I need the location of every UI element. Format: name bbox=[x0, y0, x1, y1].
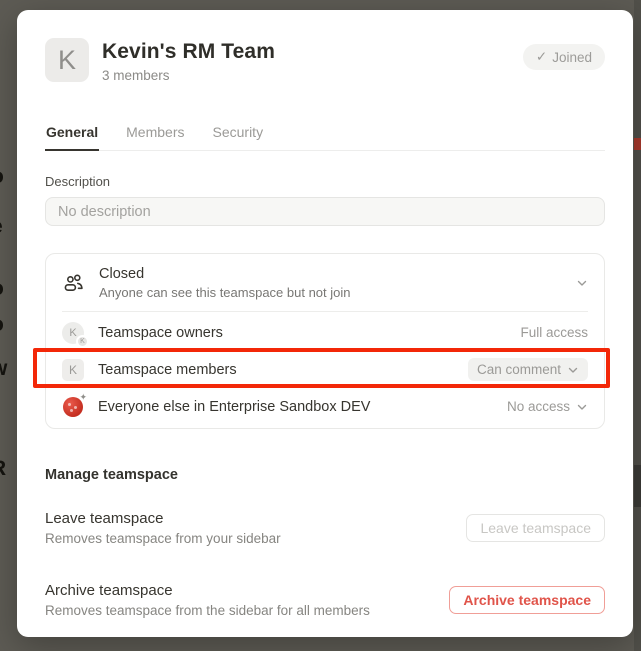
access-level-title: Closed bbox=[99, 266, 351, 282]
access-dropdown-can-comment[interactable]: Can comment bbox=[468, 358, 588, 381]
chevron-down-icon bbox=[576, 401, 588, 413]
permission-row-everyone-else[interactable]: ✦ Everyone else in Enterprise Sandbox DE… bbox=[46, 388, 604, 425]
access-level-selector[interactable]: Closed Anyone can see this teamspace but… bbox=[46, 254, 604, 311]
tab-security[interactable]: Security bbox=[212, 118, 265, 151]
leave-teamspace-title: Leave teamspace bbox=[45, 510, 466, 527]
manage-teamspace-heading: Manage teamspace bbox=[45, 467, 605, 483]
access-level-subtitle: Anyone can see this teamspace but not jo… bbox=[99, 285, 351, 300]
member-count: 3 members bbox=[102, 68, 523, 83]
permission-row-label: Teamspace members bbox=[98, 362, 237, 378]
tab-general[interactable]: General bbox=[45, 118, 99, 151]
backdrop-text-fragment: e bbox=[0, 216, 13, 237]
sparkle-icon: ✦ bbox=[79, 392, 87, 403]
divider bbox=[62, 311, 588, 312]
backdrop-artifact bbox=[634, 465, 641, 507]
dialog-header: K Kevin's RM Team 3 members ✓ Joined bbox=[45, 38, 605, 83]
members-avatar: K bbox=[62, 359, 84, 381]
settings-tabs: General Members Security bbox=[45, 118, 605, 151]
leave-teamspace-button[interactable]: Leave teamspace bbox=[466, 514, 605, 542]
backdrop-text-fragment: w bbox=[0, 358, 13, 379]
chevron-down-icon bbox=[576, 277, 588, 289]
access-dropdown-no-access[interactable]: No access bbox=[507, 399, 588, 414]
backdrop-text-fragment: o bbox=[0, 166, 13, 187]
joined-label: Joined bbox=[552, 50, 592, 65]
teamspace-settings-dialog: K Kevin's RM Team 3 members ✓ Joined Gen… bbox=[17, 10, 633, 637]
access-dropdown-label: Can comment bbox=[477, 362, 561, 377]
teamspace-title: Kevin's RM Team bbox=[102, 40, 523, 64]
workspace-logo-icon: ✦ bbox=[63, 397, 83, 417]
archive-teamspace-subtitle: Removes teamspace from the sidebar for a… bbox=[45, 603, 449, 618]
backdrop-edge-strip bbox=[634, 0, 641, 651]
joined-badge[interactable]: ✓ Joined bbox=[523, 44, 605, 70]
permission-row-label: Teamspace owners bbox=[98, 325, 223, 341]
access-dropdown-label: No access bbox=[507, 399, 570, 414]
archive-teamspace-title: Archive teamspace bbox=[45, 582, 449, 599]
access-value-full-access: Full access bbox=[520, 325, 588, 340]
dimmed-backdrop: o e o o w t R K Kevin's RM Team 3 member… bbox=[0, 0, 641, 651]
people-icon bbox=[62, 271, 86, 295]
chevron-down-icon bbox=[567, 364, 579, 376]
backdrop-text-fragment: o bbox=[0, 278, 13, 299]
backdrop-text-fragment: R bbox=[0, 458, 13, 479]
leave-teamspace-subtitle: Removes teamspace from your sidebar bbox=[45, 531, 466, 546]
backdrop-artifact bbox=[634, 138, 641, 150]
owners-avatar-mini: K bbox=[76, 335, 89, 348]
permissions-card: Closed Anyone can see this teamspace but… bbox=[45, 253, 605, 429]
permission-row-members[interactable]: K Teamspace members Can comment bbox=[46, 351, 604, 388]
description-label: Description bbox=[45, 174, 605, 189]
backdrop-text-fragment: o bbox=[0, 314, 13, 335]
teamspace-avatar: K bbox=[45, 38, 89, 82]
archive-teamspace-button[interactable]: Archive teamspace bbox=[449, 586, 605, 614]
backdrop-text-fragment: t bbox=[0, 394, 13, 415]
tab-members[interactable]: Members bbox=[125, 118, 185, 151]
leave-teamspace-item: Leave teamspace Removes teamspace from y… bbox=[45, 510, 605, 546]
permission-row-label: Everyone else in Enterprise Sandbox DEV bbox=[98, 399, 370, 415]
permission-row-owners[interactable]: K K Teamspace owners Full access bbox=[46, 314, 604, 351]
archive-teamspace-item: Archive teamspace Removes teamspace from… bbox=[45, 582, 605, 618]
check-icon: ✓ bbox=[536, 49, 547, 65]
description-input[interactable] bbox=[45, 197, 605, 226]
